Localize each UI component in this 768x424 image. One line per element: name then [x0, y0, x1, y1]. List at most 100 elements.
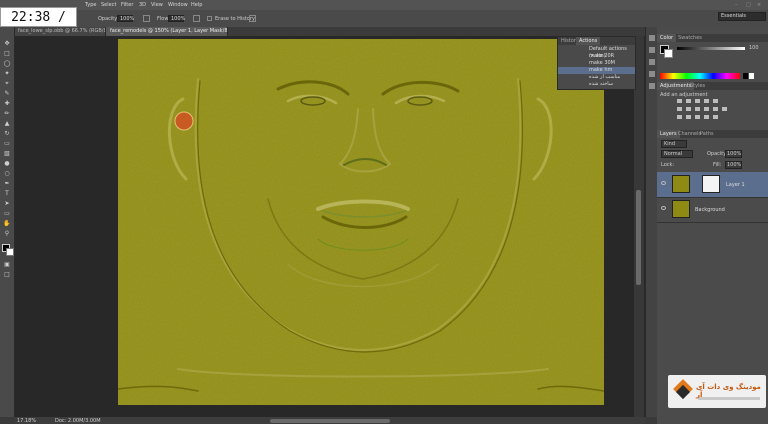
- layer-opacity-field[interactable]: 100%: [725, 150, 742, 158]
- doc-size: Doc: 2.00M/3.00M: [55, 418, 101, 424]
- vertical-scroll-thumb[interactable]: [636, 190, 641, 285]
- horizontal-scroll-thumb[interactable]: [270, 419, 390, 423]
- opacity-field[interactable]: 100%: [117, 15, 134, 22]
- properties-dock-icon[interactable]: [649, 59, 655, 65]
- eyedropper-tool-icon[interactable]: ✎: [3, 91, 11, 97]
- gradient-tool-icon[interactable]: ▧: [3, 151, 11, 157]
- action-row[interactable]: Default actions (x.atn): [558, 46, 635, 59]
- quick-select-tool-icon[interactable]: ✦: [3, 71, 11, 77]
- pen-tool-icon[interactable]: ✒: [3, 181, 11, 187]
- actions-dock-icon[interactable]: [649, 47, 655, 53]
- video-timer: 22:38 / 28:09: [0, 7, 77, 45]
- zoom-level[interactable]: 17.18%: [17, 418, 36, 424]
- color-panel-tabs: Color Swatches: [657, 34, 768, 42]
- tab-color[interactable]: Color: [657, 34, 677, 42]
- layer-filter-kind[interactable]: Kind: [661, 140, 687, 148]
- brush-cursor: [174, 111, 194, 131]
- menu-bar: Type Select Filter 3D View Window Help –…: [0, 0, 768, 10]
- history-panel-tabs: History Actions: [558, 37, 635, 45]
- pressure-size-icon[interactable]: [249, 15, 256, 22]
- stamp-tool-icon[interactable]: ▲: [3, 121, 11, 127]
- color-slider[interactable]: [677, 47, 745, 50]
- move-tool-icon[interactable]: ✥: [3, 41, 11, 47]
- blend-mode-select[interactable]: Normal: [661, 150, 693, 158]
- layer-name: Layer 1: [726, 182, 745, 188]
- color-spectrum[interactable]: [660, 73, 740, 79]
- type-tool-icon[interactable]: T: [3, 191, 11, 197]
- background-color-swatch[interactable]: [6, 248, 14, 256]
- brush-tool-icon[interactable]: ✏: [3, 111, 11, 117]
- lasso-tool-icon[interactable]: ◯: [3, 61, 11, 67]
- brush-dock-icon[interactable]: [649, 83, 655, 89]
- path-select-tool-icon[interactable]: ➤: [3, 201, 11, 207]
- tab-styles[interactable]: Styles: [687, 82, 708, 90]
- minimize-icon[interactable]: –: [735, 2, 738, 8]
- history-brush-tool-icon[interactable]: ↻: [3, 131, 11, 137]
- fill-label: Fill:: [713, 162, 722, 168]
- action-row-selected[interactable]: make hm: [558, 67, 635, 74]
- tab-paths[interactable]: Paths: [697, 130, 717, 138]
- hand-tool-icon[interactable]: ✋: [3, 221, 11, 227]
- marquee-tool-icon[interactable]: □: [3, 51, 11, 57]
- tab-swatches[interactable]: Swatches: [675, 34, 705, 42]
- fill-field[interactable]: 100%: [725, 161, 742, 169]
- crop-tool-icon[interactable]: ⌖: [3, 81, 11, 87]
- action-row[interactable]: make 30M: [558, 60, 635, 67]
- action-row[interactable]: make 20R: [558, 53, 635, 60]
- spectrum-white[interactable]: [749, 73, 754, 79]
- history-panel: History Actions Default actions (x.atn) …: [557, 36, 636, 90]
- layer-row-layer-1[interactable]: Layer 1: [657, 172, 768, 198]
- menu-select[interactable]: Select: [101, 2, 116, 8]
- color-background[interactable]: [664, 49, 673, 58]
- screen-mode-icon[interactable]: □: [3, 272, 11, 278]
- layers-panel-tabs: Layers Channels Paths: [657, 130, 768, 138]
- adjustment-icon-grid[interactable]: [677, 98, 747, 120]
- right-panels: Color Swatches 100 Adjustments Styles Ad…: [657, 27, 768, 424]
- menu-filter[interactable]: Filter: [121, 2, 133, 8]
- menu-type[interactable]: Type: [85, 2, 96, 8]
- quick-mask-icon[interactable]: ▣: [3, 262, 11, 268]
- action-row[interactable]: ساخته شده: [558, 81, 635, 88]
- erase-to-history-checkbox[interactable]: [207, 16, 212, 21]
- visibility-eye-icon[interactable]: [661, 181, 666, 185]
- blur-tool-icon[interactable]: ●: [3, 161, 11, 167]
- tab-actions[interactable]: Actions: [576, 37, 601, 45]
- zoom-tool-icon[interactable]: ⚲: [3, 231, 11, 237]
- workspace-select[interactable]: Essentials: [718, 12, 766, 21]
- menu-window[interactable]: Window: [168, 2, 188, 8]
- color-value[interactable]: 100: [749, 45, 759, 51]
- adjustments-panel-tabs: Adjustments Styles: [657, 82, 768, 90]
- document-tab-bar: face_lowe_slp.obb @ 66.7% (RGB/8) face_r…: [14, 27, 646, 36]
- layer-name: Background: [695, 207, 725, 213]
- adjustment-icons: [677, 98, 747, 120]
- tools-panel: ✥ □ ◯ ✦ ⌖ ✎ ✚ ✏ ▲ ↻ ▭ ▧ ● ○ ✒ T ➤ ▭ ✋ ⚲ …: [0, 27, 15, 417]
- layer-mask-thumbnail[interactable]: [702, 175, 720, 193]
- info-dock-icon[interactable]: [649, 71, 655, 77]
- lock-label: Lock:: [661, 162, 675, 168]
- healing-tool-icon[interactable]: ✚: [3, 101, 11, 107]
- tab-face-lowe[interactable]: face_lowe_slp.obb @ 66.7% (RGB/8): [14, 27, 106, 36]
- menu-3d[interactable]: 3D: [139, 2, 146, 8]
- dodge-tool-icon[interactable]: ○: [3, 171, 11, 177]
- eraser-tool-icon[interactable]: ▭: [3, 141, 11, 147]
- document-canvas[interactable]: [118, 39, 604, 405]
- layer-row-background[interactable]: Background: [657, 197, 768, 223]
- watermark-logo: مودینگ وی دات آی آر: [668, 375, 766, 408]
- spectrum-black[interactable]: [743, 73, 748, 79]
- layer-thumbnail: [672, 175, 690, 193]
- restore-icon[interactable]: □: [746, 2, 751, 8]
- pressure-opacity-icon[interactable]: [143, 15, 150, 22]
- airbrush-icon[interactable]: [193, 15, 200, 22]
- menu-help[interactable]: Help: [191, 2, 202, 8]
- menu-view[interactable]: View: [151, 2, 163, 8]
- shape-tool-icon[interactable]: ▭: [3, 211, 11, 217]
- watermark-text: مودینگ وی دات آی آر: [696, 383, 761, 399]
- opacity-label: Opacity:: [98, 16, 119, 22]
- flow-field[interactable]: 100%: [168, 15, 185, 22]
- close-icon[interactable]: ×: [757, 2, 761, 8]
- visibility-eye-icon[interactable]: [661, 206, 666, 210]
- layer-thumbnail: [672, 200, 690, 218]
- history-dock-icon[interactable]: [649, 35, 655, 41]
- tab-face-remodels[interactable]: face_remodels @ 150% (Layer 1, Layer Mas…: [106, 27, 228, 36]
- action-row[interactable]: مناسب از شده: [558, 74, 635, 81]
